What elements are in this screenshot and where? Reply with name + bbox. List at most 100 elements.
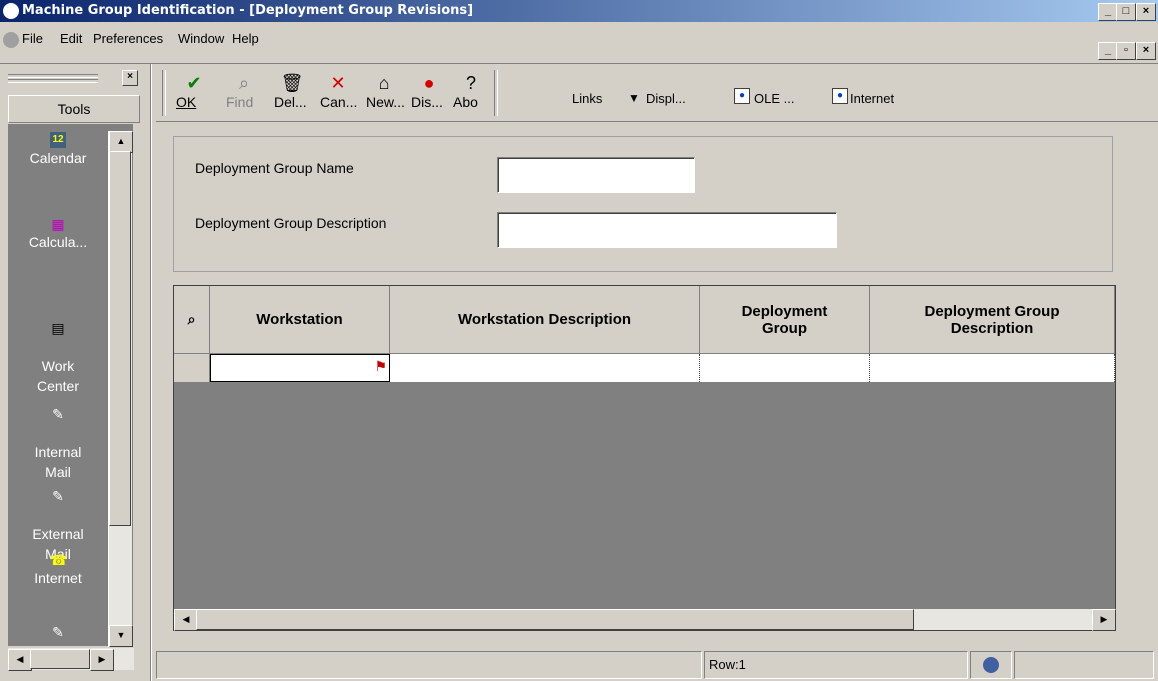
title-bar: Machine Group Identification - [Deployme… bbox=[0, 0, 1158, 22]
find-button[interactable]: ⌕ Find bbox=[226, 72, 262, 110]
tool-calendar[interactable]: 12 Calendar bbox=[8, 132, 108, 168]
column-header-workstation[interactable]: Workstation bbox=[210, 286, 390, 354]
new-label: New... bbox=[366, 94, 405, 110]
work-center-icon: ▤ bbox=[51, 320, 65, 336]
find-icon: ⌕ bbox=[238, 73, 250, 93]
ole-menu[interactable]: OLE ... bbox=[754, 91, 794, 106]
maximize-button[interactable]: □ bbox=[1116, 3, 1136, 21]
ole-icon: ● bbox=[734, 88, 750, 104]
menu-edit[interactable]: Edit bbox=[60, 31, 82, 46]
ok-button[interactable]: ✔ OK bbox=[176, 72, 212, 110]
new-button[interactable]: ⌂ New... bbox=[366, 72, 405, 110]
calculator-icon: ▦ bbox=[51, 216, 65, 232]
status-bar: Row:1 bbox=[156, 647, 1158, 681]
tool-internet-label: Internet bbox=[34, 570, 82, 586]
tools-panel-grip[interactable]: × bbox=[4, 70, 144, 88]
about-label: Abo bbox=[453, 94, 478, 110]
child-restore-button[interactable]: ▫ bbox=[1116, 42, 1136, 60]
display-button[interactable]: ● Dis... bbox=[411, 72, 447, 110]
menu-bar: File Edit Preferences Window Help _ ▫ × bbox=[0, 22, 1158, 64]
query-icon: ⌕ bbox=[187, 311, 196, 327]
document-icon bbox=[3, 32, 19, 48]
grid-query-header[interactable]: ⌕ bbox=[174, 286, 210, 354]
hscroll-thumb[interactable] bbox=[30, 649, 90, 669]
window-title: Machine Group Identification - [Deployme… bbox=[22, 3, 474, 18]
group-description-label: Deployment Group Description bbox=[195, 215, 387, 231]
tools-vertical-scrollbar[interactable]: ▲ ▼ bbox=[108, 131, 133, 647]
external-mail-icon: ✎ bbox=[52, 488, 64, 504]
find-label: Find bbox=[226, 94, 254, 110]
column-header-workstation-description[interactable]: Workstation Description bbox=[390, 286, 700, 354]
tool-internet[interactable]: ☎ Internet bbox=[8, 552, 108, 588]
ok-label: OK bbox=[176, 94, 197, 110]
tool-work-center[interactable]: ▤ Work Center bbox=[8, 300, 108, 396]
grid-scroll-left-button[interactable]: ◀ bbox=[174, 609, 198, 631]
toolbar-separator bbox=[162, 70, 166, 116]
cancel-label: Can... bbox=[320, 94, 358, 110]
toolbar-separator bbox=[494, 70, 498, 116]
column-header-deployment-group[interactable]: Deployment Group bbox=[700, 286, 870, 354]
check-icon: ✔ bbox=[186, 73, 202, 93]
table-row-group-cell[interactable] bbox=[700, 354, 870, 382]
menu-preferences[interactable]: Preferences bbox=[93, 31, 163, 46]
group-name-label: Deployment Group Name bbox=[195, 160, 354, 176]
group-description-input[interactable] bbox=[497, 212, 837, 248]
table-row-description-cell[interactable] bbox=[390, 354, 700, 382]
panel-divider bbox=[150, 64, 152, 681]
visual-assist-icon[interactable]: ⚑ bbox=[374, 358, 387, 375]
row-selector[interactable] bbox=[174, 354, 210, 382]
close-button[interactable]: × bbox=[1136, 3, 1156, 21]
app-icon bbox=[3, 3, 19, 19]
delete-label: Del... bbox=[274, 94, 307, 110]
status-row-indicator: Row:1 bbox=[704, 651, 968, 679]
toolbar: ✔ OK ⌕ Find 🗑 Del... ✕ Can... ⌂ New... ●… bbox=[156, 64, 1158, 122]
menu-file[interactable]: File bbox=[22, 31, 43, 46]
mail-icon: ✎ bbox=[52, 624, 64, 640]
scroll-up-button[interactable]: ▲ bbox=[109, 131, 133, 153]
column-header-deployment-group-description[interactable]: Deployment Group Description bbox=[870, 286, 1115, 354]
status-panel-globe bbox=[970, 651, 1012, 679]
tool-calculator-label: Calcula... bbox=[28, 234, 88, 250]
new-icon: ⌂ bbox=[378, 73, 390, 93]
internet-link-icon: ● bbox=[832, 88, 848, 104]
delete-button[interactable]: 🗑 Del... bbox=[274, 72, 310, 110]
grid-scroll-right-button[interactable]: ▶ bbox=[1092, 609, 1116, 631]
about-icon: ? bbox=[465, 73, 476, 93]
cancel-icon: ✕ bbox=[330, 73, 346, 93]
display-icon: ● bbox=[423, 73, 435, 93]
tool-calculator[interactable]: ▦ Calcula... bbox=[8, 216, 108, 252]
menu-help[interactable]: Help bbox=[232, 31, 259, 46]
table-row-workstation-cell[interactable]: ⚑ bbox=[210, 354, 390, 382]
menu-window[interactable]: Window bbox=[178, 31, 224, 46]
links-menu[interactable]: Links bbox=[572, 91, 602, 106]
tools-header[interactable]: Tools bbox=[8, 95, 140, 123]
child-close-button[interactable]: × bbox=[1136, 42, 1156, 60]
scroll-thumb[interactable] bbox=[109, 151, 131, 526]
tool-calendar-label: Calendar bbox=[29, 150, 87, 166]
grid-scroll-thumb[interactable] bbox=[196, 609, 914, 630]
tool-more[interactable]: ✎ bbox=[8, 624, 108, 640]
minimize-button[interactable]: _ bbox=[1098, 3, 1118, 21]
grid-horizontal-scrollbar[interactable]: ◀ ▶ bbox=[174, 609, 1116, 631]
child-minimize-button[interactable]: _ bbox=[1098, 42, 1118, 60]
group-name-input[interactable] bbox=[497, 157, 695, 193]
tools-horizontal-scrollbar[interactable]: ◀ ▶ bbox=[8, 648, 134, 671]
about-button[interactable]: ? Abo bbox=[453, 72, 489, 110]
cancel-button[interactable]: ✕ Can... bbox=[320, 72, 357, 110]
scroll-right-button[interactable]: ▶ bbox=[90, 649, 114, 671]
calendar-icon: 12 bbox=[50, 132, 66, 148]
trash-icon: 🗑 bbox=[280, 73, 304, 93]
globe-icon bbox=[983, 657, 999, 673]
scroll-left-button[interactable]: ◀ bbox=[8, 649, 32, 671]
internal-mail-icon: ✎ bbox=[52, 406, 64, 422]
display-menu[interactable]: Displ... bbox=[646, 91, 686, 106]
display-dropdown-icon[interactable]: ▼ bbox=[628, 91, 640, 105]
data-grid: ⌕ Workstation Workstation Description De… bbox=[173, 285, 1116, 631]
scroll-down-button[interactable]: ▼ bbox=[109, 625, 133, 647]
tool-external-mail[interactable]: ✎ External Mail bbox=[8, 468, 108, 564]
internet-link[interactable]: Internet bbox=[850, 91, 894, 106]
status-panel-message bbox=[156, 651, 702, 679]
table-row-group-description-cell[interactable] bbox=[870, 354, 1115, 382]
tools-panel-close-button[interactable]: × bbox=[122, 70, 138, 86]
status-panel-extra bbox=[1014, 651, 1154, 679]
